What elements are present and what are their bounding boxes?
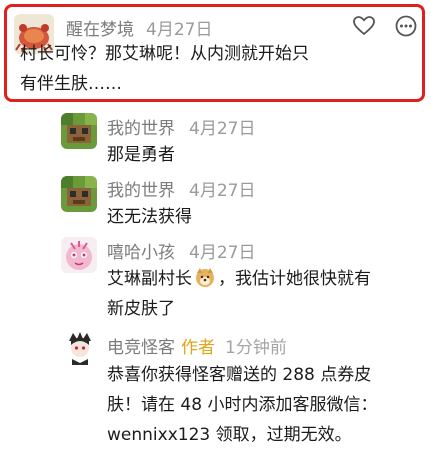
reply-text-line: 那是勇者 — [107, 145, 175, 165]
reply-date: 4月27日 — [189, 181, 256, 201]
reply-text-line: 艾琳副村长 ，我估计她很快就有 — [107, 264, 371, 294]
avatar[interactable] — [61, 113, 97, 149]
reply-text-line: 还无法获得 — [107, 207, 192, 227]
comment-username[interactable]: 醒在梦境 — [66, 15, 134, 40]
reply-username[interactable]: 我的世界 — [107, 114, 175, 139]
heart-outline-icon[interactable] — [352, 14, 376, 38]
author-badge: 作者 — [181, 338, 215, 358]
reply-text-segment: 艾琳副村长 — [107, 269, 192, 289]
reply-text-line: 新皮肤了 — [107, 299, 175, 319]
avatar[interactable] — [61, 237, 97, 273]
author-reply-header: 电竞怪客 作者 1分钟前 — [107, 333, 287, 358]
doge-emoji-icon — [194, 266, 216, 288]
comment-text-line: 有伴生肤…… — [20, 74, 122, 94]
reply-text-line: 肤！请在 48 小时内添加客服微信： — [107, 395, 378, 415]
more-dots-icon[interactable] — [394, 14, 418, 38]
reply-time: 1分钟前 — [225, 338, 287, 358]
reply-username[interactable]: 嘻哈小孩 — [107, 238, 175, 263]
reply-username[interactable]: 电竞怪客 — [107, 338, 175, 358]
reply-text-segment: ，我估计她很快就有 — [218, 269, 371, 289]
comment-text-line: 村长可怜？那艾琳呢！从内测就开始只 — [20, 44, 309, 64]
reply-text-line: wennixx123 领取，过期无效。 — [107, 425, 352, 445]
avatar[interactable] — [63, 331, 97, 365]
avatar[interactable] — [61, 176, 97, 212]
reply-text-line: 恭喜你获得怪客赠送的 288 点券皮 — [107, 365, 372, 385]
reply-date: 4月27日 — [189, 243, 256, 263]
reply-username[interactable]: 我的世界 — [107, 176, 175, 201]
comment-date: 4月27日 — [146, 20, 213, 40]
reply-date: 4月27日 — [189, 119, 256, 139]
